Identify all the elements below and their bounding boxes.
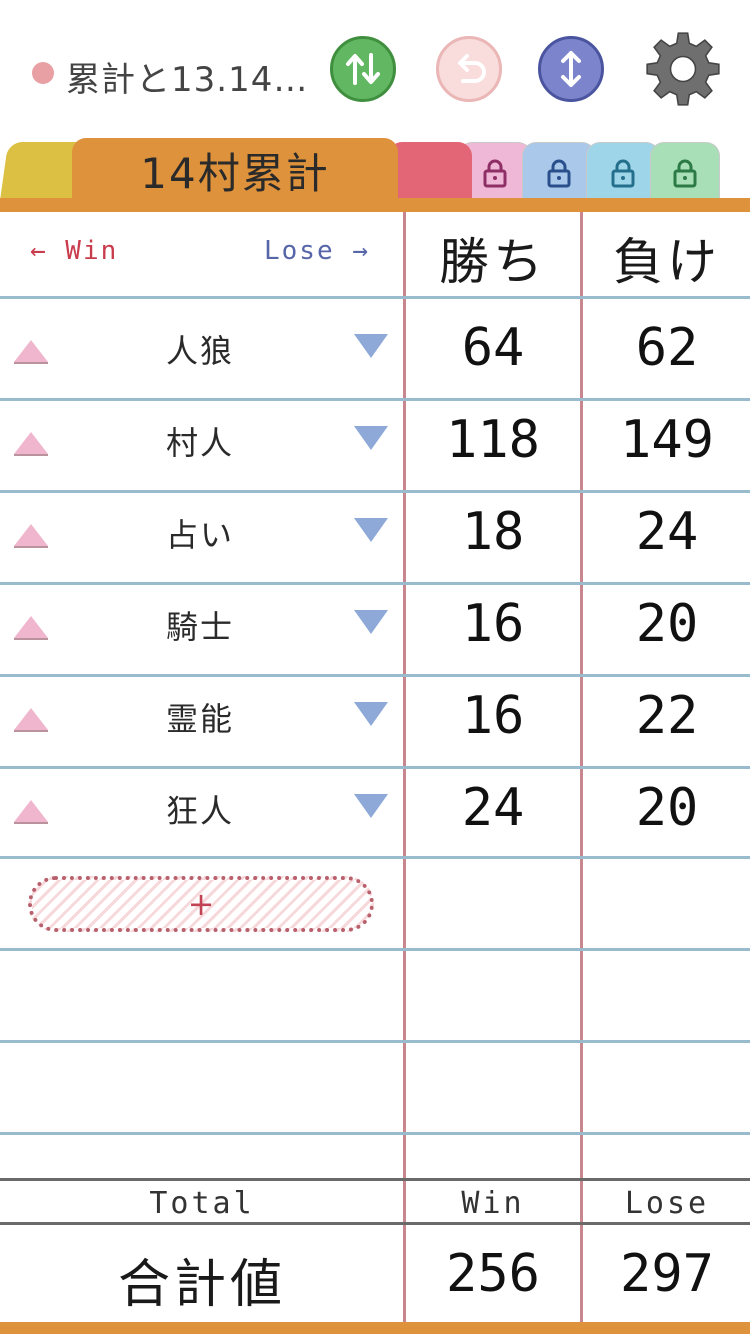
- top-bar: 累計と13.14…: [0, 0, 750, 138]
- win-increment-arrow-icon[interactable]: [14, 340, 48, 364]
- table-row: 狂人 24 20: [0, 764, 750, 856]
- score-table: ← Win Lose → 勝ち 負け 人狼 64 62 村人 118 149 占…: [0, 212, 750, 1322]
- add-role-button[interactable]: +: [28, 876, 374, 932]
- total-lose-label: Lose: [624, 1186, 710, 1221]
- win-increment-arrow-icon[interactable]: [14, 800, 48, 824]
- win-count: 64: [461, 318, 525, 378]
- column-header-lose: 負け: [613, 233, 721, 291]
- win-count: 18: [461, 502, 525, 562]
- plus-icon: +: [187, 885, 215, 923]
- role-name[interactable]: 村人: [100, 418, 300, 464]
- swap-button[interactable]: [330, 36, 396, 102]
- tab-active-label: 14村累計: [140, 148, 330, 198]
- up-down-arrow-icon: [561, 51, 581, 87]
- role-name[interactable]: 人狼: [100, 326, 300, 372]
- undo-button[interactable]: [436, 36, 502, 102]
- record-title[interactable]: 累計と13.14…: [66, 52, 308, 101]
- lose-total: 297: [620, 1244, 714, 1304]
- row-divider: [0, 948, 750, 951]
- lose-increment-arrow-icon[interactable]: [354, 426, 388, 450]
- lose-count: 20: [635, 594, 699, 654]
- table-header: ← Win Lose → 勝ち 負け: [0, 212, 750, 298]
- row-divider: [0, 1132, 750, 1135]
- tab-locked-blue[interactable]: [522, 142, 596, 202]
- settings-button[interactable]: [642, 28, 724, 110]
- gear-icon: [646, 32, 720, 106]
- column-header-win: 勝ち: [439, 233, 547, 291]
- role-name[interactable]: 騎士: [100, 602, 300, 648]
- bottom-band: [0, 1322, 750, 1334]
- win-increment-arrow-icon[interactable]: [14, 616, 48, 640]
- win-count: 118: [446, 410, 540, 470]
- lock-icon: [673, 159, 697, 187]
- lose-count: 20: [635, 778, 699, 838]
- total-divider: [0, 1222, 750, 1225]
- tab-locked-cyan[interactable]: [586, 142, 660, 202]
- sum-label: 合計値: [117, 1255, 286, 1315]
- lose-count: 62: [635, 318, 699, 378]
- win-hint: ← Win: [30, 236, 119, 266]
- win-increment-arrow-icon[interactable]: [14, 708, 48, 732]
- lock-icon: [483, 159, 507, 187]
- tab-red[interactable]: [388, 142, 472, 202]
- lose-count: 24: [635, 502, 699, 562]
- role-name[interactable]: 占い: [100, 510, 300, 556]
- win-count: 24: [461, 778, 525, 838]
- total-label: Total: [149, 1186, 255, 1221]
- win-increment-arrow-icon[interactable]: [14, 524, 48, 548]
- tab-active[interactable]: 14村累計: [72, 138, 398, 202]
- table-row: 人狼 64 62: [0, 304, 750, 396]
- total-divider: [0, 1178, 750, 1181]
- lose-increment-arrow-icon[interactable]: [354, 518, 388, 542]
- lose-count: 22: [635, 686, 699, 746]
- tab-locked-green[interactable]: [650, 142, 720, 202]
- lose-increment-arrow-icon[interactable]: [354, 794, 388, 818]
- status-dot-icon: [32, 62, 54, 84]
- win-count: 16: [461, 686, 525, 746]
- undo-arrow-icon: [458, 54, 486, 83]
- row-divider: [0, 856, 750, 859]
- swap-vertical-arrows-icon: [346, 53, 380, 85]
- tab-bar: 14村累計: [0, 138, 750, 202]
- role-name[interactable]: 狂人: [100, 786, 300, 832]
- table-row: 騎士 16 20: [0, 580, 750, 672]
- sort-button[interactable]: [538, 36, 604, 102]
- role-name[interactable]: 霊能: [100, 694, 300, 740]
- lose-hint: Lose →: [264, 236, 370, 266]
- row-divider: [0, 1040, 750, 1043]
- lock-icon: [547, 159, 571, 187]
- lose-increment-arrow-icon[interactable]: [354, 702, 388, 726]
- win-count: 16: [461, 594, 525, 654]
- table-row: 霊能 16 22: [0, 672, 750, 764]
- win-total: 256: [446, 1244, 540, 1304]
- lock-icon: [611, 159, 635, 187]
- total-win-label: Win: [461, 1186, 525, 1221]
- win-increment-arrow-icon[interactable]: [14, 432, 48, 456]
- lose-increment-arrow-icon[interactable]: [354, 334, 388, 358]
- table-row: 村人 118 149: [0, 396, 750, 488]
- table-row: 占い 18 24: [0, 488, 750, 580]
- lose-count: 149: [620, 410, 714, 470]
- tab-underline: [0, 198, 750, 212]
- lose-increment-arrow-icon[interactable]: [354, 610, 388, 634]
